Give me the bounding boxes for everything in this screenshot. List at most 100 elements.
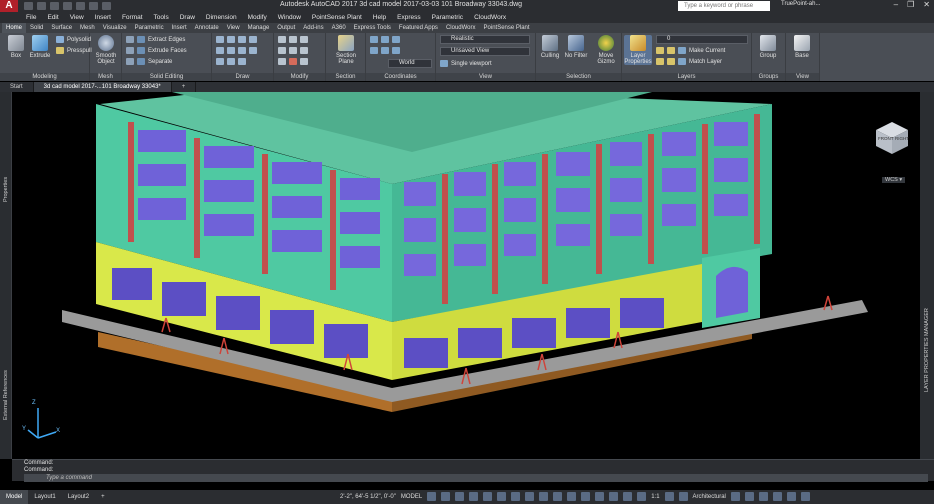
transparency-icon[interactable]: [539, 492, 549, 501]
erase-icon[interactable]: [289, 58, 297, 65]
tab-annotate[interactable]: Annotate: [191, 23, 223, 33]
layer-off-icon[interactable]: [656, 47, 664, 54]
annotation-scale[interactable]: 1:1: [651, 494, 659, 500]
clean-screen-icon[interactable]: [786, 492, 796, 501]
dynamic-ucs-icon[interactable]: [581, 492, 591, 501]
model-space-toggle[interactable]: MODEL: [401, 494, 422, 500]
menu-cloudworx[interactable]: CloudWorx: [474, 14, 506, 21]
layer-lock-icon[interactable]: [667, 58, 675, 65]
panel-label-solid-editing[interactable]: Solid Editing: [122, 73, 211, 81]
subtract-icon[interactable]: [126, 47, 134, 54]
visual-style-dropdown[interactable]: Realistic: [440, 35, 530, 44]
customization-icon[interactable]: [800, 492, 810, 501]
copy-icon[interactable]: [300, 36, 308, 43]
drawing-viewport[interactable]: Z X Y: [12, 92, 920, 459]
add-layout-button[interactable]: +: [95, 490, 111, 504]
rectangle-icon[interactable]: [216, 47, 224, 54]
circle-icon[interactable]: [249, 36, 257, 43]
ucs-world-dropdown[interactable]: World: [388, 59, 432, 68]
polar-icon[interactable]: [469, 492, 479, 501]
layer-freeze-icon[interactable]: [656, 58, 664, 65]
rotate-icon[interactable]: [289, 36, 297, 43]
close-button[interactable]: ✕: [923, 0, 930, 9]
polyline-icon[interactable]: [227, 36, 235, 43]
tab-visualize[interactable]: Visualize: [99, 23, 131, 33]
lineweight-icon[interactable]: [525, 492, 535, 501]
panel-label-view-2[interactable]: View: [786, 73, 819, 81]
extrude-faces-button[interactable]: Extrude Faces: [148, 48, 187, 54]
ucs-icon[interactable]: [370, 36, 378, 43]
array-icon[interactable]: [278, 58, 286, 65]
spline-icon[interactable]: [227, 47, 235, 54]
panel-label-layers[interactable]: Layers: [622, 73, 751, 81]
menu-help[interactable]: Help: [373, 14, 386, 21]
menu-parametric[interactable]: Parametric: [432, 14, 463, 21]
new-tab-button[interactable]: +: [172, 82, 197, 92]
viewport-config-button[interactable]: Single viewport: [440, 60, 492, 67]
panel-label-coordinates[interactable]: Coordinates: [366, 73, 435, 81]
tab-layout2[interactable]: Layout2: [62, 490, 95, 504]
new-icon[interactable]: [24, 2, 33, 10]
tab-drawing[interactable]: 3d cad model 2017-...101 Broadway 33043*: [33, 82, 172, 92]
menu-modify[interactable]: Modify: [248, 14, 267, 21]
hardware-acceleration-icon[interactable]: [772, 492, 782, 501]
panel-label-groups[interactable]: Groups: [752, 73, 785, 81]
no-filter-button[interactable]: No Filter: [562, 35, 590, 59]
tab-view[interactable]: View: [223, 23, 244, 33]
panel-label-draw[interactable]: Draw: [212, 73, 273, 81]
section-plane-button[interactable]: Section Plane: [332, 35, 360, 65]
tab-layout1[interactable]: Layout1: [28, 490, 61, 504]
units-dropdown[interactable]: Architectural: [693, 494, 726, 500]
annotation-monitor-icon[interactable]: [678, 492, 688, 501]
menu-tools[interactable]: Tools: [154, 14, 169, 21]
redo-icon[interactable]: [102, 2, 111, 10]
move-gizmo-button[interactable]: Move Gizmo: [592, 35, 620, 65]
ucs-z-icon[interactable]: [392, 47, 400, 54]
menu-file[interactable]: File: [26, 14, 36, 21]
separate-button[interactable]: Separate: [148, 59, 172, 65]
presspull-button[interactable]: Presspull: [56, 47, 92, 54]
menu-dimension[interactable]: Dimension: [206, 14, 237, 21]
union-icon[interactable]: [126, 36, 134, 43]
tab-surface[interactable]: Surface: [47, 23, 76, 33]
tab-pointsense-plant[interactable]: PointSense Plant: [480, 23, 534, 33]
coordinates-readout[interactable]: 2'-2", 64'-5 1/2", 0'-0": [340, 494, 396, 500]
minimize-button[interactable]: –: [894, 0, 898, 9]
tab-parametric[interactable]: Parametric: [131, 23, 168, 33]
base-button[interactable]: Base: [788, 35, 816, 59]
panel-label-selection[interactable]: Selection: [536, 73, 621, 81]
properties-palette-tab[interactable]: Properties: [3, 177, 9, 202]
quick-properties-icon[interactable]: [730, 492, 740, 501]
3d-osnap-icon[interactable]: [567, 492, 577, 501]
tab-solid[interactable]: Solid: [26, 23, 47, 33]
tab-model[interactable]: Model: [0, 490, 29, 504]
menu-pointsense-plant[interactable]: PointSense Plant: [312, 14, 362, 21]
osnap-tracking-icon[interactable]: [497, 492, 507, 501]
ucs-world-icon[interactable]: [381, 36, 389, 43]
tab-home[interactable]: Home: [2, 23, 27, 33]
ucs-y-icon[interactable]: [381, 47, 389, 54]
intersect-icon[interactable]: [126, 58, 134, 65]
tab-add-ins[interactable]: Add-ins: [299, 23, 327, 33]
menu-view[interactable]: View: [70, 14, 84, 21]
fillet-icon[interactable]: [289, 47, 297, 54]
tab-manage[interactable]: Manage: [244, 23, 274, 33]
tab-express-tools[interactable]: Express Tools: [350, 23, 395, 33]
explode-icon[interactable]: [300, 58, 308, 65]
osnap-icon[interactable]: [511, 492, 521, 501]
tab-a360[interactable]: A360: [328, 23, 350, 33]
make-current-button[interactable]: Make Current: [689, 48, 725, 54]
ucs-x-icon[interactable]: [370, 47, 378, 54]
ucs-origin-icon[interactable]: [392, 36, 400, 43]
menu-format[interactable]: Format: [122, 14, 143, 21]
open-icon[interactable]: [37, 2, 46, 10]
point-icon[interactable]: [216, 58, 224, 65]
scale-icon[interactable]: [300, 47, 308, 54]
layer-isolate-icon[interactable]: [667, 47, 675, 54]
annotation-visibility-icon[interactable]: [623, 492, 633, 501]
workspace-gear-icon[interactable]: [664, 492, 674, 501]
viewcube[interactable]: FRONT RIGHT: [872, 118, 912, 158]
panel-label-modify[interactable]: Modify: [274, 73, 325, 81]
ortho-icon[interactable]: [455, 492, 465, 501]
group-button[interactable]: Group: [754, 35, 782, 59]
